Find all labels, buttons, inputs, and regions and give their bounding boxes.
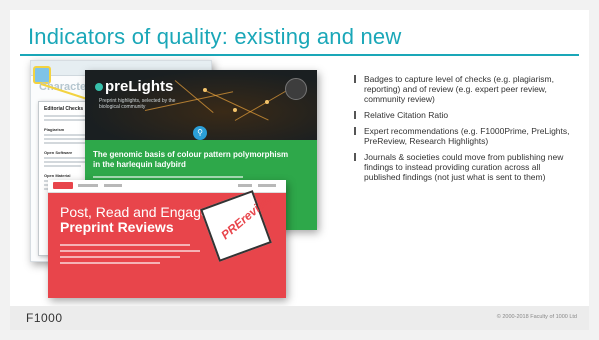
- bullet-item: Badges to capture level of checks (e.g. …: [352, 74, 577, 104]
- screenshot-collage: Characterization of cellulose-degrading …: [30, 60, 360, 310]
- slide: Indicators of quality: existing and new …: [10, 10, 589, 330]
- bullet-item: Expert recommendations (e.g. F1000Prime,…: [352, 126, 577, 146]
- prelights-tagline: Preprint highlights, selected by the bio…: [99, 98, 176, 110]
- prereview-logo-text: PREreview: [218, 191, 275, 243]
- f1000-logo: F1000: [26, 311, 63, 325]
- society-badge-icon: [285, 78, 307, 100]
- copyright-text: © 2000-2018 Faculty of 1000 Ltd: [496, 314, 577, 320]
- bullet-item: Journals & societies could move from pub…: [352, 152, 577, 182]
- slide-title: Indicators of quality: existing and new: [28, 24, 402, 49]
- bullet-list: Badges to capture level of checks (e.g. …: [352, 74, 577, 188]
- prereview-screenshot: Post, Read and Engage with Preprint Revi…: [48, 180, 286, 298]
- prelights-logo: preLights: [95, 78, 173, 95]
- title-divider: [20, 54, 579, 56]
- prereview-logo: PREreview: [200, 190, 275, 262]
- prelights-article-title: The genomic basis of colour pattern poly…: [93, 150, 289, 169]
- prereview-headline-bold: Preprint Reviews: [60, 219, 174, 235]
- slide-footer: F1000 © 2000-2018 Faculty of 1000 Ltd: [10, 306, 589, 330]
- search-icon: ⚲: [193, 126, 207, 140]
- bullet-item: Relative Citation Ratio: [352, 110, 577, 120]
